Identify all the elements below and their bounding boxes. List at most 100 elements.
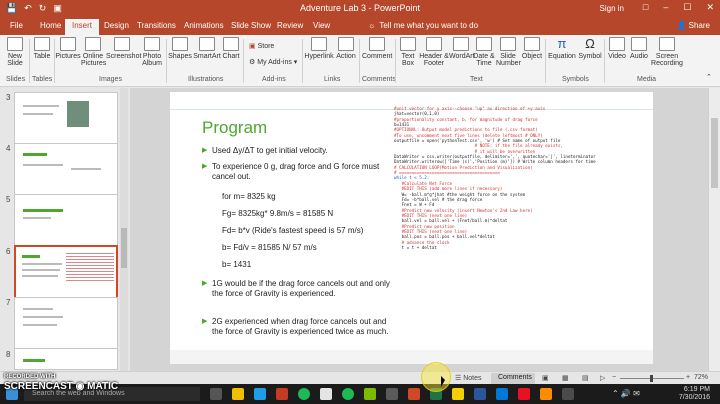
slide-sorter-icon[interactable]: ▦ <box>562 374 569 382</box>
equation-button[interactable]: π Equation <box>547 37 577 60</box>
sign-in-link[interactable]: Sign in <box>600 4 624 13</box>
word-icon[interactable] <box>474 388 486 400</box>
collapse-ribbon-icon[interactable]: ⌃ <box>706 73 712 81</box>
tab-slide-show[interactable]: Slide Show <box>231 21 271 30</box>
tab-home[interactable]: Home <box>40 21 61 30</box>
spotify-icon[interactable] <box>342 388 354 400</box>
online-pictures-button[interactable]: Online Pictures <box>81 37 106 67</box>
system-tray-icons[interactable]: ⌃ 🔊 ✉ <box>612 389 640 398</box>
bullet-item: ▶ To experience 0 g, drag force and G fo… <box>202 162 398 182</box>
ribbon-insert: New Slide Slides Table Tables Pictures O… <box>0 35 720 87</box>
slide-thumbnail-selected[interactable] <box>14 245 118 303</box>
store-button[interactable]: ▣ Store <box>249 42 274 50</box>
group-separator <box>166 39 167 83</box>
powerpoint-icon[interactable] <box>408 388 420 400</box>
table-button[interactable]: Table <box>31 37 53 60</box>
thumbnail-scrollbar[interactable] <box>120 88 128 371</box>
app-icon[interactable] <box>496 388 508 400</box>
current-slide[interactable]: Program ▶ Used Δy/ΔT to get initial velo… <box>170 92 653 364</box>
app-icon[interactable] <box>540 388 552 400</box>
task-view-icon[interactable] <box>210 388 222 400</box>
comment-button[interactable]: Comment <box>362 37 392 60</box>
slide-number-button[interactable]: Slide Number <box>496 37 521 67</box>
app-icon[interactable] <box>276 388 288 400</box>
slide-scrollbar[interactable] <box>708 88 720 371</box>
zoom-slider[interactable] <box>620 375 684 382</box>
zoom-in-icon[interactable]: + <box>686 374 690 381</box>
hyperlink-button[interactable]: Hyperlink <box>304 37 334 60</box>
scrollbar-thumb[interactable] <box>121 228 127 268</box>
chrome-icon[interactable] <box>320 388 332 400</box>
action-icon <box>338 37 354 51</box>
spotify-icon[interactable] <box>298 388 310 400</box>
maximize-icon[interactable]: ☐ <box>683 2 691 13</box>
tell-me-box[interactable]: ☼ Tell me what you want to do <box>368 21 478 30</box>
minecraft-icon[interactable] <box>364 388 376 400</box>
tab-insert[interactable]: Insert <box>65 19 100 35</box>
scrollbar-thumb[interactable] <box>711 118 718 188</box>
taskbar-clock[interactable]: 6:19 PM 7/30/2016 <box>679 386 710 402</box>
code-screenshot[interactable]: #unit vector for y axis--choose "up" as … <box>394 106 649 296</box>
action-button[interactable]: Action <box>335 37 357 60</box>
slide-title[interactable]: Program <box>202 118 267 138</box>
photo-album-label: Photo Album <box>142 53 162 67</box>
zoom-slider-knob[interactable] <box>650 375 653 382</box>
group-symbols-label: Symbols <box>562 76 589 83</box>
screen-recording-button[interactable]: Screen Recording <box>650 37 684 67</box>
pictures-button[interactable]: Pictures <box>55 37 81 60</box>
screenshot-button[interactable]: Screenshot <box>106 37 142 60</box>
screen-recording-icon <box>659 37 675 51</box>
tell-me-text: Tell me what you want to do <box>379 21 479 30</box>
text-box-button[interactable]: Text Box <box>397 37 419 67</box>
slide-thumbnail[interactable] <box>14 92 118 150</box>
ribbon-display-icon[interactable]: □ <box>643 2 648 13</box>
tab-transitions[interactable]: Transitions <box>137 21 176 30</box>
sticky-notes-icon[interactable] <box>452 388 464 400</box>
app-icon[interactable] <box>386 388 398 400</box>
photo-album-button[interactable]: Photo Album <box>139 37 165 67</box>
video-button[interactable]: Video <box>606 37 628 60</box>
my-addins-button[interactable]: ⚙ My Add-ins ▾ <box>249 58 297 66</box>
tab-animations[interactable]: Animations <box>184 21 224 30</box>
calc-line: b= Fd/v = 81585 N/ 57 m/s <box>222 243 317 252</box>
minimize-icon[interactable]: – <box>663 2 668 13</box>
edge-icon[interactable] <box>254 388 266 400</box>
object-button[interactable]: Object <box>521 37 543 60</box>
share-button[interactable]: 👤 Share <box>676 21 710 30</box>
audio-button[interactable]: Audio <box>628 37 650 60</box>
slide-thumbnail[interactable] <box>14 348 118 370</box>
normal-view-icon[interactable]: ▣ <box>542 374 549 382</box>
shapes-button[interactable]: Shapes <box>168 37 192 60</box>
slide-show-view-icon[interactable]: ▷ <box>600 374 605 382</box>
equation-icon: π <box>557 36 567 51</box>
smartart-button[interactable]: SmartArt <box>193 37 221 60</box>
slide-thumbnail[interactable] <box>14 297 118 355</box>
file-explorer-icon[interactable] <box>232 388 244 400</box>
tab-view[interactable]: View <box>313 21 330 30</box>
slide-thumbnail[interactable] <box>14 194 118 252</box>
slide-thumbnail[interactable] <box>14 143 118 201</box>
close-icon[interactable]: ✕ <box>706 2 714 13</box>
reading-view-icon[interactable]: ▤ <box>582 374 589 382</box>
screenshot-label: Screenshot <box>106 53 142 60</box>
notes-button[interactable]: ☰ Notes <box>455 374 482 382</box>
ribbon-tabs: File Home Insert Design Transitions Anim… <box>0 18 720 35</box>
wordart-button[interactable]: WordArt <box>449 37 475 60</box>
symbol-button[interactable]: Ω Symbol <box>578 37 602 60</box>
zoom-out-icon[interactable]: − <box>612 374 616 381</box>
object-label: Object <box>521 53 543 60</box>
calc-line: Fg= 8325kg* 9.8m/s = 81585 N <box>222 209 334 218</box>
new-slide-button[interactable]: New Slide <box>2 37 28 67</box>
header-footer-button[interactable]: Header & Footer <box>419 37 449 67</box>
date-time-button[interactable]: Date & Time <box>473 37 495 67</box>
zoom-level[interactable]: 72% <box>694 374 708 381</box>
tab-file[interactable]: File <box>10 21 23 30</box>
chart-button[interactable]: Chart <box>221 37 241 60</box>
app-icon[interactable] <box>562 388 574 400</box>
tab-design[interactable]: Design <box>104 21 129 30</box>
tab-review[interactable]: Review <box>277 21 303 30</box>
app-icon[interactable] <box>518 388 530 400</box>
screen-recording-label: Screen Recording <box>651 53 683 67</box>
comments-button[interactable]: Comments <box>491 373 535 384</box>
bullet-arrow-icon: ▶ <box>202 318 208 325</box>
